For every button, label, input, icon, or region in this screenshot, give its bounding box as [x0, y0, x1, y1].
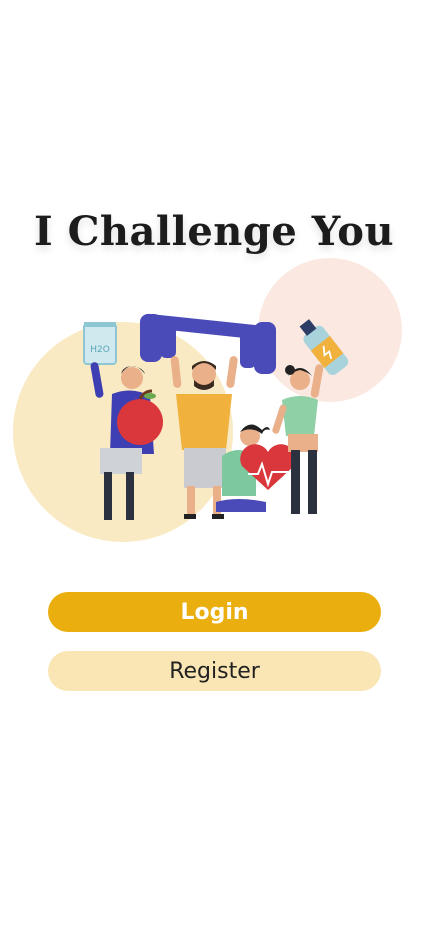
cup-label: H2O	[90, 345, 110, 355]
water-glass-icon: H2O	[83, 322, 117, 365]
register-button[interactable]: Register	[48, 651, 381, 691]
pink-backdrop-circle	[258, 258, 402, 402]
login-button[interactable]: Login	[48, 592, 381, 632]
app-title: I Challenge You	[33, 208, 395, 255]
fitness-illustration: H2O	[13, 258, 402, 542]
